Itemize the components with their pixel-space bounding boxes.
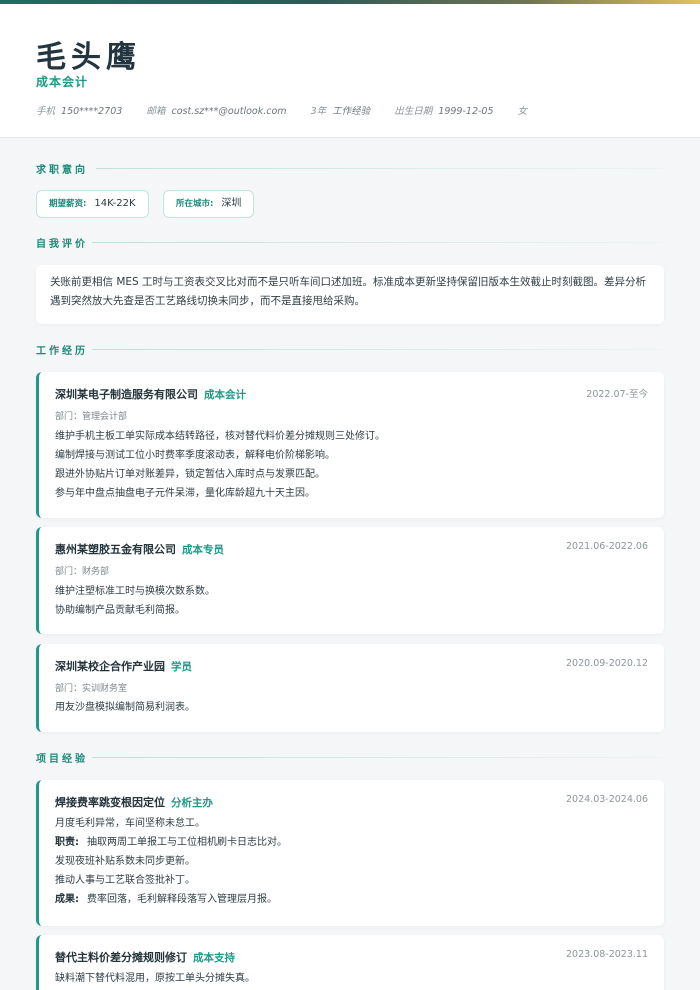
work-bullet: 维护手机主板工单实际成本结转路径，核对替代料价差分摊规则三处修订。: [55, 431, 385, 442]
work-bullets: 维护手机主板工单实际成本结转路径，核对替代料价差分摊规则三处修订。 编制焊接与测…: [55, 427, 385, 503]
company-name: 深圳某校企合作产业园: [55, 660, 165, 673]
summary-line: 遇到突然放大先查是否工艺路线切换未同步，而不是直接甩给采购。: [50, 295, 365, 307]
project-name: 替代主料价差分摊规则修订: [55, 951, 187, 964]
project-body: 缺料潮下替代料混用，原按工单头分摊失真。: [55, 969, 255, 988]
work-entry: 深圳某校企合作产业园 学员 2020.09-2020.12 部门：实训财务室 用友…: [36, 644, 664, 732]
work-entry: 惠州某塑胶五金有限公司 成本专员 2021.06-2022.06 部门：财务部 维…: [36, 527, 664, 634]
work-department: 部门：财务部: [55, 567, 110, 577]
birth-value: 1999-12-05: [438, 106, 494, 117]
project-duty: 抽取两周工单报工与工位相机刷卡日志比对。: [87, 837, 287, 848]
project-body: 月度毛利异常，车间坚称未怠工。 职责: 抽取两周工单报工与工位相机刷卡日志比对。 …: [55, 814, 287, 909]
email-value: cost.sz***@outlook.com: [171, 106, 287, 117]
project-title-line: 替代主料价差分摊规则修订 成本支持: [55, 949, 235, 965]
work-company-line: 深圳某电子制造服务有限公司 成本会计: [55, 386, 246, 402]
gender-value: 女: [517, 106, 528, 117]
position-name: 学员: [171, 661, 192, 673]
project-duty: 发现夜班补贴系数未同步更新。: [55, 856, 195, 867]
work-bullet: 协助编制产品贡献毛利简报。: [55, 605, 185, 616]
work-company-line: 深圳某校企合作产业园 学员: [55, 658, 192, 674]
work-bullet: 参与年中盘点抽盘电子元件呆滞，量化库龄超九十天主因。: [55, 488, 315, 499]
section-title: 工作经历: [36, 346, 88, 357]
work-bullet: 用友沙盘模拟编制简易利润表。: [55, 702, 195, 713]
project-date: 2024.03-2024.06: [566, 794, 648, 805]
salary-label: 期望薪资:: [49, 199, 87, 209]
work-bullet: 维护注塑标准工时与换模次数系数。: [55, 586, 215, 597]
position-name: 成本会计: [204, 389, 246, 401]
section-divider: [92, 242, 664, 243]
city-pill: 所在城市: 深圳: [163, 190, 255, 218]
work-department: 部门：实训财务室: [55, 684, 128, 694]
project-date: 2023.08-2023.11: [566, 949, 648, 960]
project-description: 缺料潮下替代料混用，原按工单头分摊失真。: [55, 973, 255, 984]
work-company-line: 惠州某塑胶五金有限公司 成本专员: [55, 541, 224, 557]
work-date: 2022.07-至今: [586, 389, 648, 400]
work-bullet: 编制焊接与测试工位小时费率季度滚动表，解释电价阶梯影响。: [55, 450, 335, 461]
experience-label: 工作经验: [332, 106, 371, 117]
phone-label: 手机: [36, 106, 56, 117]
summary-line: 关账前更相信 MES 工时与工资表交叉比对而不是只听车间口述加班。标准成本更新坚…: [50, 276, 647, 288]
work-date: 2021.06-2022.06: [566, 541, 648, 552]
section-divider: [92, 757, 664, 758]
phone-value: 150****2703: [61, 106, 123, 117]
work-bullets: 用友沙盘模拟编制简易利润表。: [55, 698, 195, 717]
birth-label: 出生日期: [394, 106, 433, 117]
city-value: 深圳: [221, 198, 242, 209]
project-entry: 焊接费率跳变根因定位 分析主办 2024.03-2024.06 月度毛利异常，车间…: [36, 780, 664, 926]
work-bullets: 维护注塑标准工时与换模次数系数。 协助编制产品贡献毛利简报。: [55, 582, 215, 620]
contact-info-line: 手机 150****2703 邮箱 cost.sz***@outlook.com…: [36, 103, 530, 117]
project-title-line: 焊接费率跳变根因定位 分析主办: [55, 794, 213, 810]
duty-label: 职责:: [55, 837, 79, 848]
salary-value: 14K-22K: [94, 198, 136, 209]
project-duty: 推动人事与工艺联合签批补丁。: [55, 875, 195, 886]
project-description: 月度毛利异常，车间坚称未怠工。: [55, 818, 205, 829]
result-label: 成果:: [55, 894, 79, 905]
work-bullet: 跟进外协贴片订单对账差异，锁定暂估入库时点与发票匹配。: [55, 469, 325, 480]
section-divider: [96, 168, 664, 169]
candidate-name: 毛头鹰: [36, 40, 141, 75]
email-label: 邮箱: [146, 106, 166, 117]
company-name: 惠州某塑胶五金有限公司: [55, 543, 176, 556]
project-duty-line: 职责: 抽取两周工单报工与工位相机刷卡日志比对。: [55, 833, 287, 852]
section-heading-summary: 自我评价: [36, 235, 664, 250]
project-entry: 替代主料价差分摊规则修订 成本支持 2023.08-2023.11 缺料潮下替代料…: [36, 935, 664, 990]
section-title: 项目经验: [36, 754, 88, 765]
salary-pill: 期望薪资: 14K-22K: [36, 190, 149, 218]
section-heading-intent: 求职意向: [36, 161, 664, 176]
work-department: 部门：管理会计部: [55, 412, 128, 422]
position-name: 成本专员: [182, 544, 224, 556]
project-result-line: 成果: 费率回落，毛利解释段落写入管理层月报。: [55, 890, 287, 909]
candidate-title: 成本会计: [36, 75, 89, 89]
company-name: 深圳某电子制造服务有限公司: [55, 388, 198, 401]
section-divider: [92, 349, 664, 350]
section-title: 自我评价: [36, 239, 88, 250]
work-entry: 深圳某电子制造服务有限公司 成本会计 2022.07-至今 部门：管理会计部 维护…: [36, 372, 664, 518]
project-name: 焊接费率跳变根因定位: [55, 796, 165, 809]
section-title: 求职意向: [36, 165, 88, 176]
project-role: 成本支持: [193, 952, 235, 964]
work-date: 2020.09-2020.12: [566, 658, 648, 669]
summary-card: 关账前更相信 MES 工时与工资表交叉比对而不是只听车间口述加班。标准成本更新坚…: [36, 265, 664, 324]
city-label: 所在城市:: [176, 199, 214, 209]
section-heading-work: 工作经历: [36, 342, 664, 357]
section-heading-projects: 项目经验: [36, 750, 664, 765]
experience-years: 3年: [310, 106, 327, 117]
resume-header: 毛头鹰 成本会计 手机 150****2703 邮箱 cost.sz***@ou…: [0, 4, 700, 138]
project-role: 分析主办: [171, 797, 213, 809]
project-result: 费率回落，毛利解释段落写入管理层月报。: [87, 894, 277, 905]
